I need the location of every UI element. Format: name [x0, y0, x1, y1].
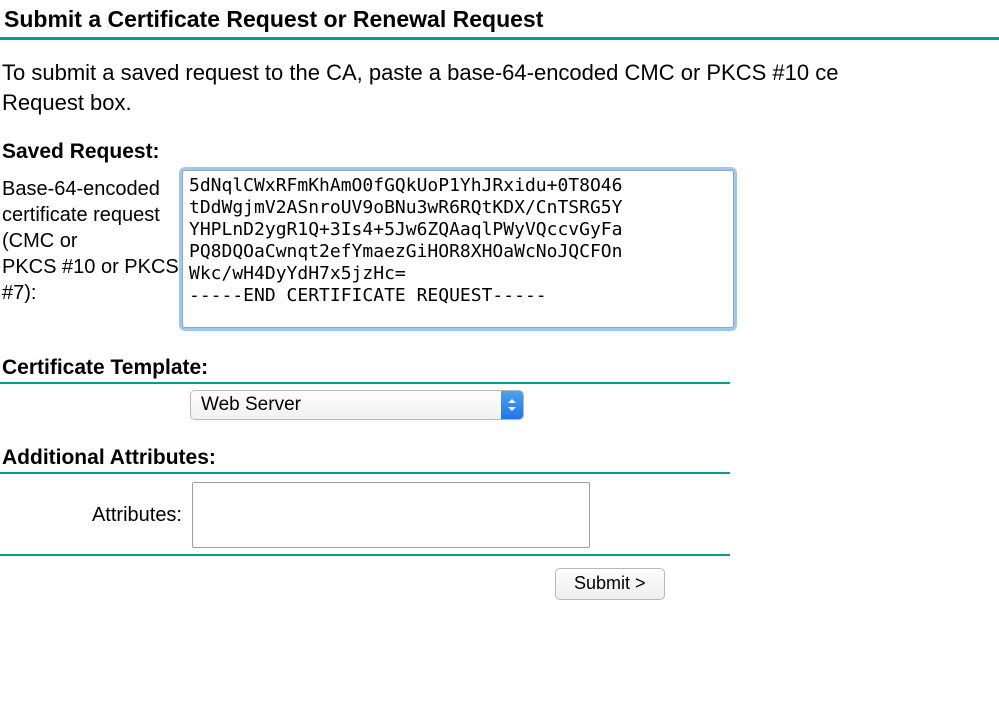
attributes-row: Attributes:	[0, 474, 730, 554]
attributes-textarea[interactable]	[192, 482, 590, 548]
saved-request-textarea[interactable]	[182, 170, 734, 328]
saved-request-heading: Saved Request:	[0, 118, 999, 166]
saved-request-label: Base-64-encoded certificate request (CMC…	[0, 170, 182, 306]
saved-request-row: Base-64-encoded certificate request (CMC…	[0, 166, 999, 334]
submit-button[interactable]: Submit >	[555, 568, 665, 600]
intro-line-2: Request box.	[2, 90, 132, 115]
certificate-template-selected: Web Server	[191, 391, 501, 419]
page-title: Submit a Certificate Request or Renewal …	[0, 0, 999, 37]
certificate-template-heading: Certificate Template:	[0, 334, 730, 382]
intro-text: To submit a saved request to the CA, pas…	[0, 40, 999, 118]
certificate-template-select[interactable]: Web Server	[190, 390, 524, 420]
updown-icon	[501, 391, 523, 419]
attributes-label: Attributes:	[0, 504, 192, 527]
additional-attributes-heading: Additional Attributes:	[0, 424, 730, 472]
intro-line-1: To submit a saved request to the CA, pas…	[2, 60, 838, 85]
